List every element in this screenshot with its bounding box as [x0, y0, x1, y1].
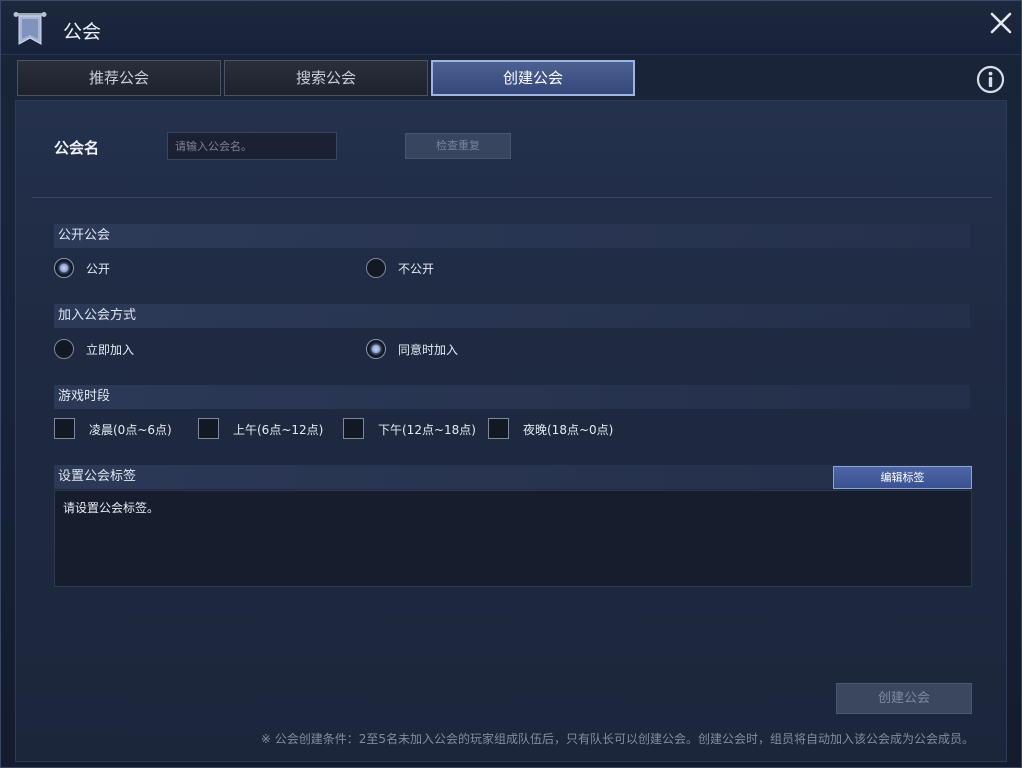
- titlebar: 公会: [1, 1, 1021, 55]
- guild-window: 公会 推荐公会 搜索公会 创建公会 公会名 检查重复 公开公会 公开 不公开: [0, 0, 1022, 768]
- checkbox[interactable]: [343, 418, 364, 439]
- radio-label: 不公开: [398, 262, 435, 276]
- edit-tags-button[interactable]: 编辑标签: [833, 466, 972, 489]
- radio-circle[interactable]: [366, 339, 386, 359]
- banner-icon: [13, 12, 47, 45]
- create-condition-note: ※ 公会创建条件：2至5名未加入公会的玩家组成队伍后，只有队长可以创建公会。创建…: [260, 732, 974, 746]
- create-guild-panel: 公会名 检查重复 公开公会 公开 不公开 加入公会方式 立即加入: [15, 100, 1007, 762]
- info-icon[interactable]: [976, 65, 1005, 94]
- play-time-header: 游戏时段: [54, 385, 970, 409]
- tags-area[interactable]: 请设置公会标签。: [54, 490, 972, 587]
- tab-create[interactable]: 创建公会: [431, 60, 635, 96]
- tab-search[interactable]: 搜索公会: [224, 60, 428, 96]
- checkbox[interactable]: [54, 418, 75, 439]
- create-guild-button[interactable]: 创建公会: [836, 683, 972, 714]
- join-method-header: 加入公会方式: [54, 304, 970, 328]
- checkbox-label: 凌晨(0点~6点): [89, 423, 172, 437]
- radio-label: 公开: [86, 262, 111, 276]
- radio-circle[interactable]: [54, 339, 74, 359]
- guild-name-label: 公会名: [54, 139, 100, 157]
- checkbox-label: 夜晚(18点~0点): [523, 423, 614, 437]
- check-duplicate-button[interactable]: 检查重复: [405, 133, 511, 159]
- checkbox-label: 下午(12点~18点): [378, 423, 476, 437]
- tab-recommended[interactable]: 推荐公会: [17, 60, 221, 96]
- visibility-header: 公开公会: [54, 224, 970, 248]
- guild-name-input[interactable]: [167, 132, 337, 160]
- close-icon[interactable]: [987, 9, 1015, 37]
- visibility-options: 公开 不公开: [54, 256, 970, 282]
- radio-label: 同意时加入: [398, 343, 459, 357]
- play-time-options: 凌晨(0点~6点) 上午(6点~12点) 下午(12点~18点) 夜晚(18点~…: [54, 417, 970, 443]
- join-method-options: 立即加入 同意时加入: [54, 337, 970, 363]
- checkbox[interactable]: [488, 418, 509, 439]
- window-title: 公会: [63, 21, 102, 43]
- radio-circle[interactable]: [54, 258, 74, 278]
- checkbox-label: 上午(6点~12点): [233, 423, 324, 437]
- checkbox[interactable]: [198, 418, 219, 439]
- radio-label: 立即加入: [86, 343, 135, 357]
- tags-placeholder-text: 请设置公会标签。: [63, 501, 160, 515]
- divider: [32, 197, 992, 198]
- radio-circle[interactable]: [366, 258, 386, 278]
